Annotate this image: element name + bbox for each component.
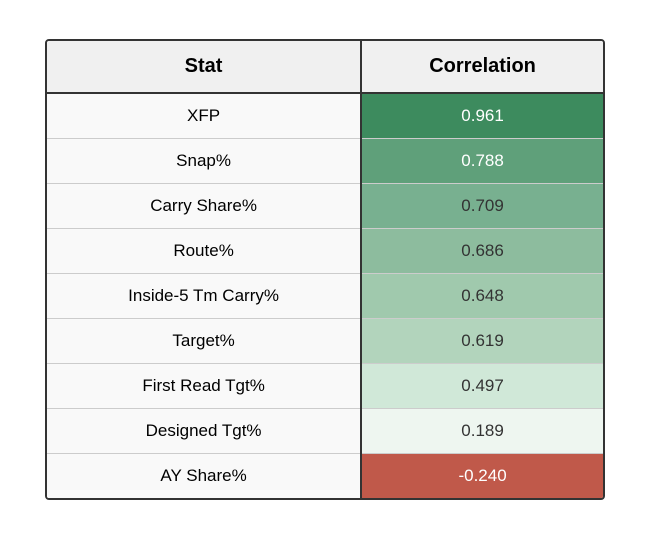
stat-cell: XFP (47, 93, 361, 139)
stat-cell: Route% (47, 228, 361, 273)
table-row: First Read Tgt%0.497 (47, 363, 603, 408)
correlation-cell: 0.961 (361, 93, 603, 139)
table-row: Carry Share%0.709 (47, 183, 603, 228)
correlation-cell: 0.648 (361, 273, 603, 318)
stat-cell: AY Share% (47, 453, 361, 498)
stat-cell: Designed Tgt% (47, 408, 361, 453)
stat-cell: Inside-5 Tm Carry% (47, 273, 361, 318)
correlation-cell: 0.497 (361, 363, 603, 408)
correlation-cell: 0.619 (361, 318, 603, 363)
table-row: XFP0.961 (47, 93, 603, 139)
table-row: Snap%0.788 (47, 138, 603, 183)
stat-cell: First Read Tgt% (47, 363, 361, 408)
correlation-cell: 0.189 (361, 408, 603, 453)
table-row: Designed Tgt%0.189 (47, 408, 603, 453)
stat-column-header: Stat (47, 41, 361, 93)
stat-cell: Snap% (47, 138, 361, 183)
correlation-cell: -0.240 (361, 453, 603, 498)
correlation-column-header: Correlation (361, 41, 603, 93)
table-row: Target%0.619 (47, 318, 603, 363)
stat-cell: Target% (47, 318, 361, 363)
stat-cell: Carry Share% (47, 183, 361, 228)
table-row: Route%0.686 (47, 228, 603, 273)
correlation-cell: 0.686 (361, 228, 603, 273)
table-header-row: Stat Correlation (47, 41, 603, 93)
correlation-cell: 0.709 (361, 183, 603, 228)
correlation-cell: 0.788 (361, 138, 603, 183)
correlation-table: Stat Correlation XFP0.961Snap%0.788Carry… (45, 39, 605, 500)
table-row: AY Share%-0.240 (47, 453, 603, 498)
table-row: Inside-5 Tm Carry%0.648 (47, 273, 603, 318)
